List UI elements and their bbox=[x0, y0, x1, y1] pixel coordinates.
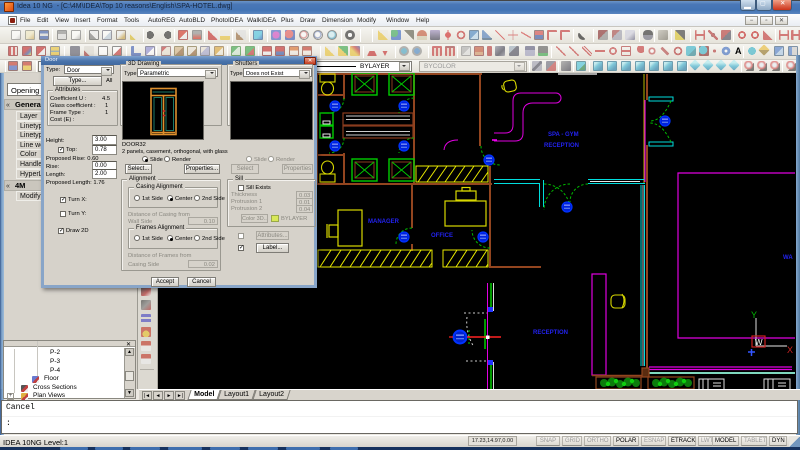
svg-text:MANAGER: MANAGER bbox=[368, 219, 400, 225]
svg-text:X: X bbox=[787, 345, 793, 355]
svg-text:RECEPTION: RECEPTION bbox=[544, 143, 579, 149]
svg-text:OFFICE: OFFICE bbox=[431, 233, 453, 239]
svg-text:RECEPTION: RECEPTION bbox=[533, 330, 568, 336]
svg-text:Y: Y bbox=[751, 310, 757, 320]
svg-text:SPA - GYM: SPA - GYM bbox=[548, 132, 579, 138]
svg-text:WA: WA bbox=[783, 255, 793, 261]
svg-text:W: W bbox=[755, 338, 763, 347]
